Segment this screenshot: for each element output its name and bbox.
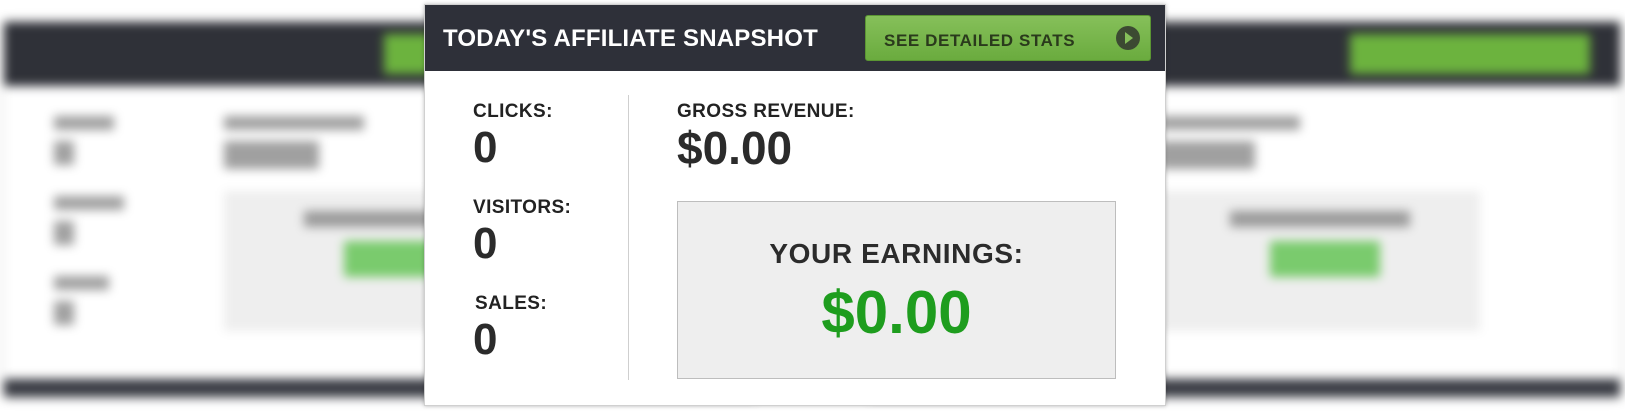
metrics-divider [628, 95, 629, 380]
sales-value: 0 [473, 315, 498, 364]
visitors-value: 0 [473, 219, 498, 268]
earnings-value: $0.00 [821, 279, 972, 346]
affiliate-snapshot-card: TODAY'S AFFILIATE SNAPSHOT SEE DETAILED … [424, 4, 1166, 406]
clicks-label: CLICKS: [473, 101, 553, 122]
play-circle-icon [1116, 26, 1140, 50]
gross-revenue-value: $0.00 [677, 122, 793, 174]
earnings-box: YOUR EARNINGS: $0.00 [677, 201, 1116, 379]
see-detailed-stats-label: SEE DETAILED STATS [884, 31, 1076, 50]
gross-revenue-label: GROSS REVENUE: [677, 101, 855, 122]
page-title: TODAY'S AFFILIATE SNAPSHOT [443, 25, 818, 52]
snapshot-header: TODAY'S AFFILIATE SNAPSHOT SEE DETAILED … [425, 5, 1165, 71]
earnings-label: YOUR EARNINGS: [769, 238, 1024, 269]
clicks-value: 0 [473, 123, 498, 172]
visitors-label: VISITORS: [473, 197, 572, 218]
sales-label: SALES: [475, 293, 548, 314]
see-detailed-stats-button[interactable]: SEE DETAILED STATS [865, 15, 1151, 61]
